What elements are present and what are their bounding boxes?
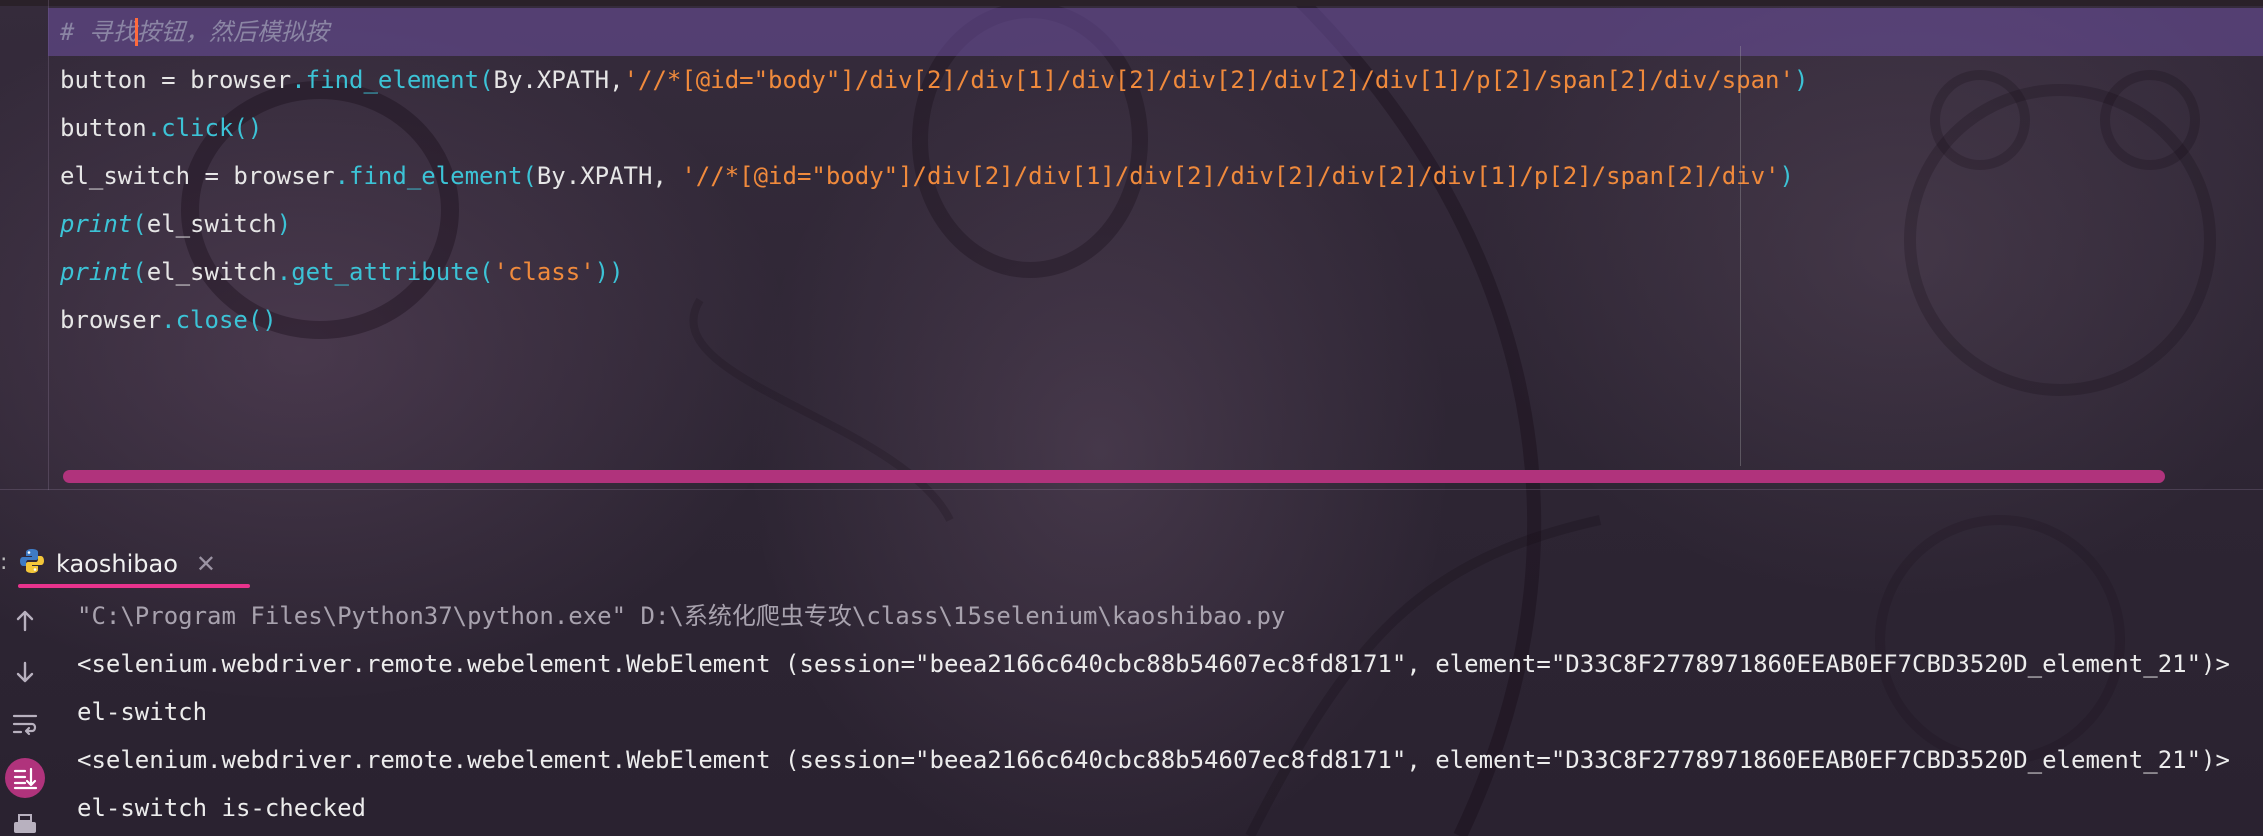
console-command-line: "C:\Program Files\Python37\python.exe" D… — [77, 602, 1286, 630]
token-paren-open: ( — [479, 258, 494, 286]
token-object: browser — [190, 66, 292, 94]
token-arg: By.XPATH — [536, 162, 653, 190]
tab-label: kaoshibao — [56, 550, 178, 578]
print-icon[interactable] — [8, 812, 42, 836]
soft-wrap-icon[interactable] — [8, 707, 42, 741]
token-paren-close: ) — [276, 210, 292, 238]
token-string: 'class' — [493, 258, 595, 286]
horizontal-scrollbar[interactable] — [63, 470, 2165, 483]
token-arg: By.XPATH — [493, 66, 610, 94]
token-object: browser — [60, 306, 162, 334]
down-arrow-icon[interactable] — [8, 655, 42, 689]
token-function: close — [175, 306, 248, 334]
console-output-line: el-switch is-checked — [77, 794, 366, 822]
token-object: button — [60, 114, 147, 142]
text-caret — [135, 18, 138, 46]
console-output-line: <selenium.webdriver.remote.webelement.We… — [77, 746, 2230, 774]
token-dot: . — [161, 306, 176, 334]
code-line-2[interactable]: button.click() — [60, 104, 262, 152]
code-line-3[interactable]: el_switch = browser.find_element(By.XPAT… — [60, 152, 1794, 200]
token-dot: . — [276, 258, 292, 286]
token-function: click — [161, 114, 234, 142]
up-arrow-icon[interactable] — [8, 604, 42, 638]
token-paren-open: ( — [132, 258, 147, 286]
token-paren-open: ( — [132, 210, 147, 238]
token-comma: , — [652, 162, 682, 190]
tab-kaoshibao[interactable]: kaoshibao ✕ — [18, 542, 216, 586]
token-paren-close: )) — [594, 258, 624, 286]
token-object: browser — [233, 162, 335, 190]
token-var: button — [60, 66, 147, 94]
tab-active-indicator — [18, 584, 250, 588]
token-function: find_element — [349, 162, 523, 190]
editor-top-strip — [0, 0, 2263, 6]
token-builtin: print — [60, 258, 133, 286]
right-margin-guide — [1740, 46, 1741, 466]
token-assign: = — [190, 162, 234, 190]
token-paren-close: ) — [1793, 66, 1809, 94]
console-output-line: el-switch — [77, 698, 208, 726]
editor-gutter[interactable] — [0, 0, 49, 490]
token-parens: () — [233, 114, 263, 142]
token-builtin: print — [60, 210, 133, 238]
token-object: el_switch — [146, 258, 277, 286]
close-icon[interactable]: ✕ — [196, 550, 216, 578]
token-var: el_switch — [60, 162, 191, 190]
python-icon — [18, 547, 46, 581]
panel-options-icon[interactable]: : — [0, 550, 7, 575]
token-parens: () — [247, 306, 277, 334]
token-dot: . — [146, 114, 162, 142]
code-line-comment[interactable]: # 寻找按钮，然后模拟按 — [48, 8, 2263, 56]
token-paren-open: ( — [479, 66, 494, 94]
token-function: get_attribute — [291, 258, 480, 286]
token-function: find_element — [305, 66, 480, 94]
code-comment: # 寻找按钮，然后模拟按 — [60, 18, 329, 46]
token-comma: , — [609, 66, 624, 94]
token-string: '//*[@id="body"]/div[2]/div[1]/div[2]/di… — [681, 162, 1780, 190]
token-dot: . — [291, 66, 306, 94]
token-arg: el_switch — [146, 210, 277, 238]
token-dot: . — [334, 162, 350, 190]
token-paren-close: ) — [1779, 162, 1794, 190]
token-string: '//*[@id="body"]/div[2]/div[1]/div[2]/di… — [623, 66, 1794, 94]
code-line-4[interactable]: print(el_switch) — [60, 200, 291, 248]
code-line-1[interactable]: button = browser.find_element(By.XPATH,'… — [60, 56, 1808, 104]
code-line-6[interactable]: browser.close() — [60, 296, 277, 344]
token-assign: = — [146, 66, 191, 94]
code-line-5[interactable]: print(el_switch.get_attribute('class')) — [60, 248, 624, 296]
console-output-line: <selenium.webdriver.remote.webelement.We… — [77, 650, 2230, 678]
code-editor[interactable]: # 寻找按钮，然后模拟按 button = browser.find_eleme… — [0, 0, 2263, 490]
scroll-to-end-icon[interactable] — [5, 758, 45, 798]
token-paren-open: ( — [522, 162, 537, 190]
